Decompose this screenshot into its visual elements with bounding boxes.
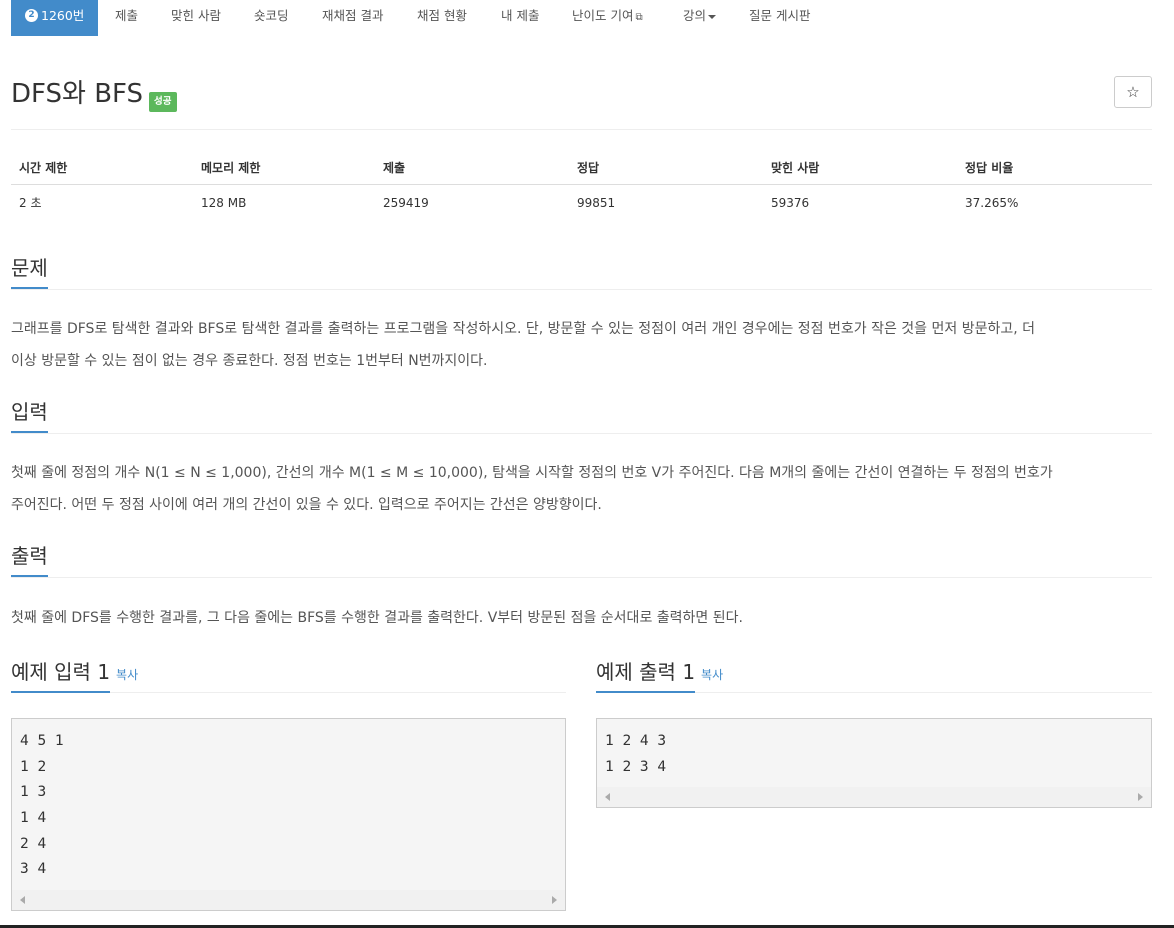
page-title: DFS와 BFS: [11, 79, 144, 109]
table-cell: 2 초: [19, 196, 42, 210]
table-header: 맞힌 사람: [763, 150, 957, 185]
tab-short-coding-label: 숏코딩: [254, 8, 289, 23]
copy-button[interactable]: 복사: [701, 668, 723, 682]
table-header: 정답 비율: [957, 150, 1152, 185]
section-output-header: 출력: [11, 541, 1152, 578]
tab-status-label: 채점 현황: [417, 8, 467, 23]
table-row: 2 초 128 MB 259419 99851 59376 37.265%: [11, 185, 1152, 221]
tab-submit-label: 제출: [115, 8, 139, 23]
scroll-left-icon[interactable]: [20, 896, 25, 904]
sample-output-box[interactable]: 1 2 4 3 1 2 3 4: [596, 718, 1152, 808]
star-button[interactable]: ☆: [1114, 76, 1152, 108]
copy-button[interactable]: 복사: [116, 668, 138, 682]
sample-line: 4 5 1: [20, 733, 64, 749]
paragraph-line: 첫째 줄에 DFS를 수행한 결과를, 그 다음 줄에는 BFS를 수행한 결과…: [11, 610, 743, 626]
sample-input-header: 예제 입력 1 복사: [11, 657, 566, 693]
scroll-left-icon[interactable]: [605, 793, 610, 801]
table-header-row: 시간 제한 메모리 제한 제출 정답 맞힌 사람 정답 비율: [11, 150, 1152, 185]
horizontal-scrollbar[interactable]: [597, 787, 1151, 807]
table-cell: 59376: [771, 195, 810, 210]
tab-solvers[interactable]: 맞힌 사람: [171, 0, 221, 36]
section-title: 출력: [11, 541, 48, 577]
tab-board[interactable]: 질문 게시판: [749, 0, 810, 36]
tab-problem[interactable]: 2 1260번: [11, 0, 99, 36]
paragraph-line: 그래프를 DFS로 탐색한 결과와 BFS로 탐색한 결과를 출력하는 프로그램…: [11, 321, 1036, 337]
scroll-right-icon[interactable]: [1138, 793, 1143, 801]
sample-line: 1 2: [20, 758, 47, 775]
tab-difficulty-label: 난이도 기여: [572, 8, 634, 23]
table-header: 제출: [375, 150, 569, 185]
table-header: 정답: [569, 150, 763, 185]
sample-line: 1 3: [20, 784, 47, 801]
sample-line: 2 4: [20, 835, 47, 852]
divider: [11, 129, 1152, 130]
tab-lectures-label: 강의: [683, 8, 707, 23]
external-link-icon: ⧉: [635, 12, 643, 23]
sample-line: 1 4: [20, 810, 47, 827]
sample-line: 1 2 4 3: [605, 733, 667, 749]
input-description: 첫째 줄에 정점의 개수 N(1 ≤ N ≤ 1,000), 간선의 개수 M(…: [11, 457, 1152, 521]
sample-line: 1 2 3 4: [605, 758, 667, 775]
tab-short-coding[interactable]: 숏코딩: [254, 0, 289, 36]
tab-submit[interactable]: 제출: [115, 0, 138, 36]
section-input-header: 입력: [11, 397, 1152, 434]
caret-down-icon: [708, 14, 717, 19]
sample-output-header: 예제 출력 1 복사: [596, 657, 1152, 693]
title-row: DFS와 BFS 성공 ☆: [11, 76, 1152, 116]
page-wrapper: 2 1260번 제출 맞힌 사람 숏코딩 재채점 결과 채점 현황 내 제출 난이…: [11, 0, 1152, 911]
tab-difficulty[interactable]: 난이도 기여 ⧉: [572, 0, 643, 36]
section-title: 입력: [11, 397, 48, 433]
horizontal-scrollbar[interactable]: [12, 890, 565, 910]
tab-rejudge-label: 재채점 결과: [322, 8, 384, 23]
star-outline-icon: ☆: [1126, 83, 1140, 101]
section-title: 예제 출력 1: [596, 657, 696, 693]
tab-board-label: 질문 게시판: [749, 8, 811, 23]
status-badge: 성공: [149, 91, 177, 112]
paragraph-line: 첫째 줄에 정점의 개수 N(1 ≤ N ≤ 1,000), 간선의 개수 M(…: [11, 465, 1053, 481]
problem-menu: 2 1260번 제출 맞힌 사람 숏코딩 재채점 결과 채점 현황 내 제출 난이…: [11, 0, 1152, 36]
table-header: 메모리 제한: [193, 150, 375, 185]
tab-status[interactable]: 채점 현황: [417, 0, 467, 36]
tab-my-submissions[interactable]: 내 제출: [501, 0, 539, 36]
table-header: 시간 제한: [11, 150, 193, 185]
tab-solvers-label: 맞힌 사람: [171, 8, 221, 23]
tab-my-submissions-label: 내 제출: [501, 8, 540, 23]
paragraph-line: 이상 방문할 수 있는 점이 없는 경우 종료한다. 정점 번호는 1번부터 N…: [11, 353, 488, 369]
paragraph-line: 주어진다. 어떤 두 정점 사이에 여러 개의 간선이 있을 수 있다. 입력으…: [11, 497, 602, 513]
section-description-header: 문제: [11, 253, 1152, 290]
problem-description: 그래프를 DFS로 탐색한 결과와 BFS로 탐색한 결과를 출력하는 프로그램…: [11, 313, 1152, 377]
sample-line: 3 4: [20, 861, 47, 878]
tier-badge-icon: 2: [25, 9, 38, 22]
tab-lectures[interactable]: 강의: [683, 0, 717, 36]
table-cell: 99851: [577, 195, 616, 210]
scroll-right-icon[interactable]: [552, 896, 557, 904]
table-cell: 128 MB: [201, 195, 247, 210]
tab-rejudge[interactable]: 재채점 결과: [322, 0, 383, 36]
problem-info-table: 시간 제한 메모리 제한 제출 정답 맞힌 사람 정답 비율 2 초 128 M…: [11, 150, 1152, 220]
table-cell: 37.265%: [965, 195, 1019, 210]
tab-problem-label: 1260번: [41, 8, 85, 23]
section-title: 예제 입력 1: [11, 657, 111, 693]
sample-input-box[interactable]: 4 5 1 1 2 1 3 1 4 2 4 3 4: [11, 718, 566, 911]
section-title: 문제: [11, 253, 48, 289]
output-description: 첫째 줄에 DFS를 수행한 결과를, 그 다음 줄에는 BFS를 수행한 결과…: [11, 602, 1152, 634]
table-cell: 259419: [383, 195, 429, 210]
